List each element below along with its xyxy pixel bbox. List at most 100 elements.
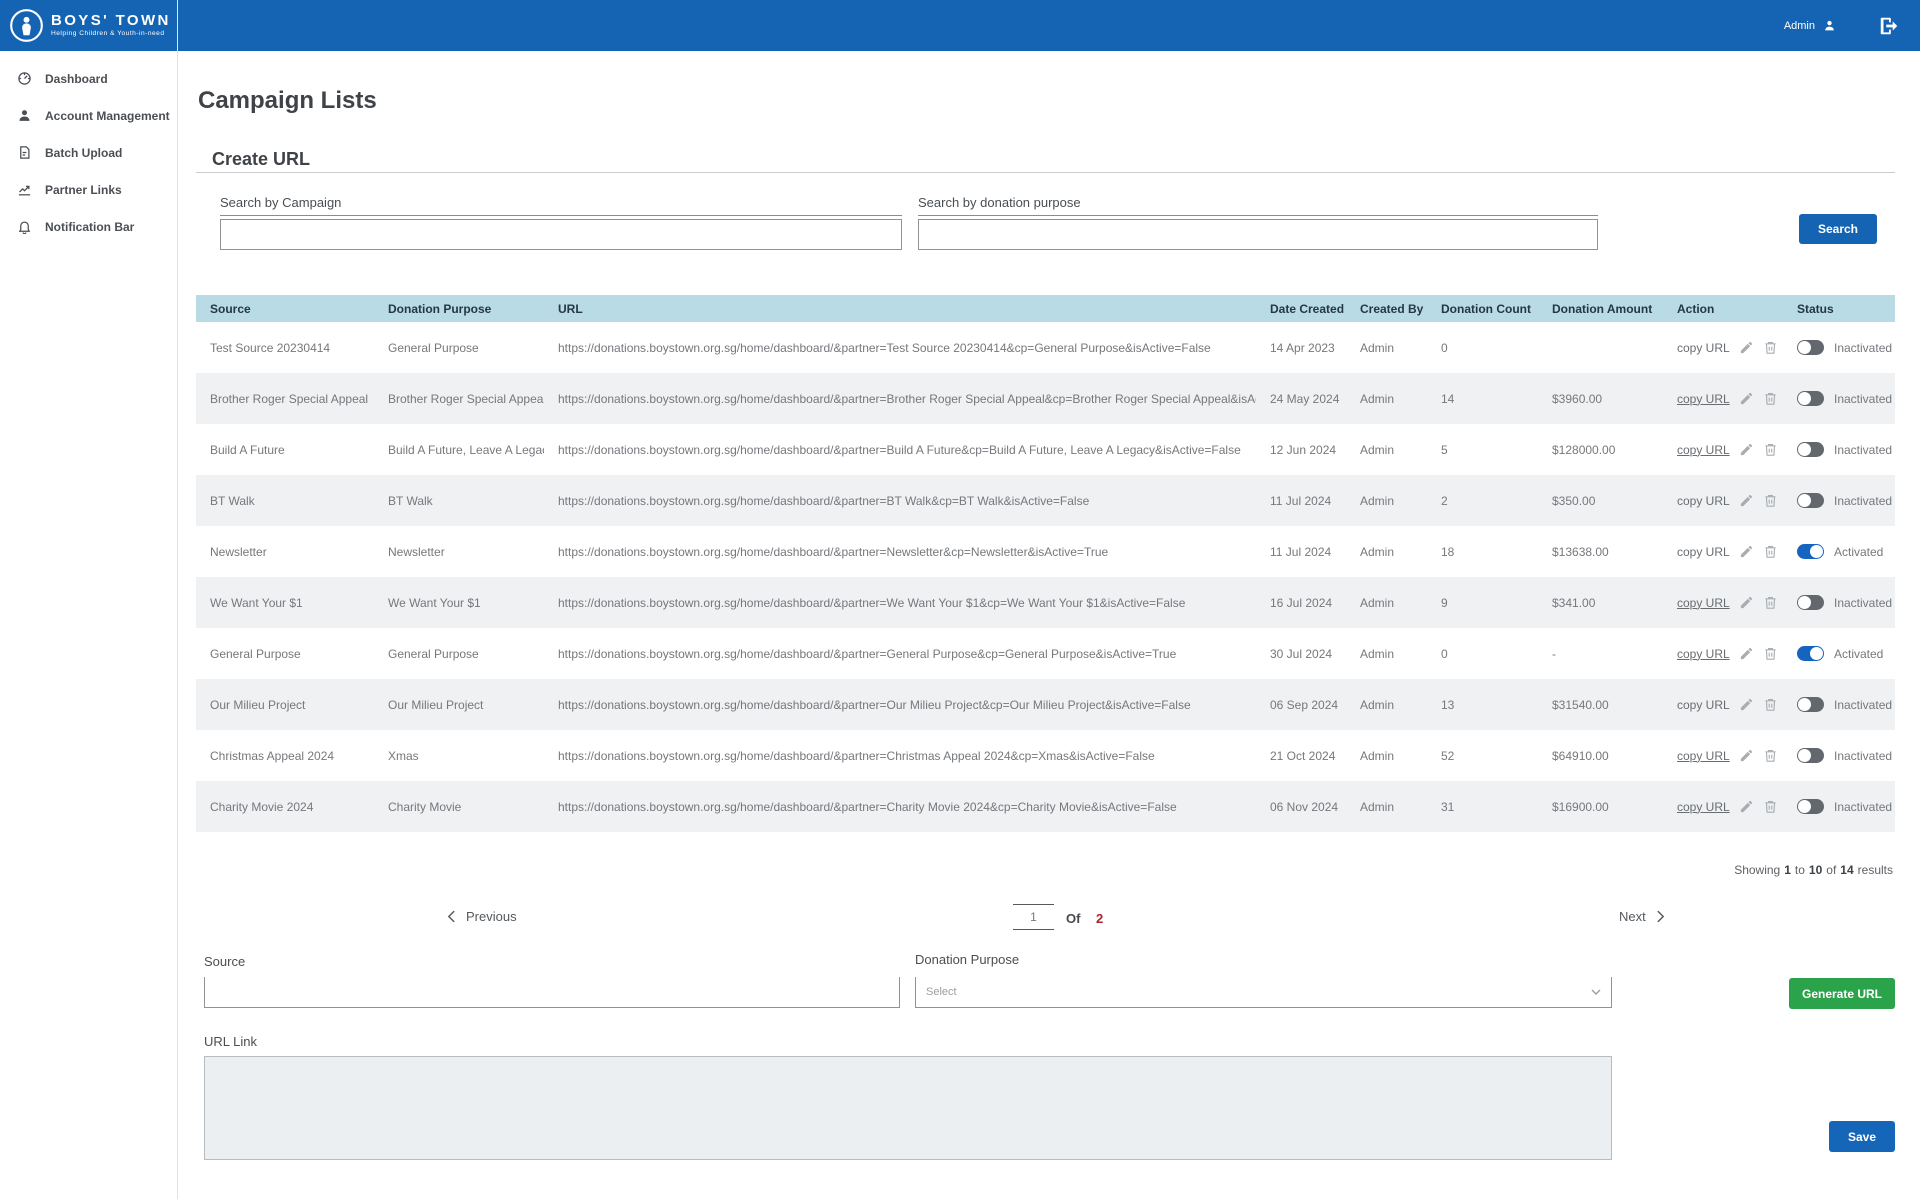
status-toggle[interactable] [1797,340,1824,355]
status-label: Activated [1834,647,1883,661]
url-link-textarea[interactable] [204,1056,1612,1160]
search-campaign-input[interactable] [220,219,902,250]
copy-url-link[interactable]: copy URL [1677,392,1730,406]
edit-pencil-icon[interactable] [1739,697,1754,712]
cell-donation-count: 31 [1427,800,1538,814]
delete-trash-icon[interactable] [1763,595,1778,610]
url-link-label: URL Link [204,1034,257,1049]
status-toggle[interactable] [1797,595,1824,610]
summary-results-word: results [1858,863,1893,877]
delete-trash-icon[interactable] [1763,646,1778,661]
status-toggle[interactable] [1797,544,1824,559]
search-purpose-input[interactable] [918,219,1598,250]
delete-trash-icon[interactable] [1763,799,1778,814]
status-label: Inactivated [1834,749,1892,763]
copy-url-link[interactable]: copy URL [1677,545,1730,559]
copy-url-link[interactable]: copy URL [1677,443,1730,457]
select-placeholder: Select [926,986,957,998]
status-toggle[interactable] [1797,646,1824,661]
copy-url-link[interactable]: copy URL [1677,341,1730,355]
delete-trash-icon[interactable] [1763,340,1778,355]
main-content: Campaign Lists Create URL Search by Camp… [179,51,1920,1199]
cell-donation-amount: $3960.00 [1538,392,1663,406]
copy-url-link[interactable]: copy URL [1677,647,1730,661]
edit-pencil-icon[interactable] [1739,799,1754,814]
cell-action: copy URL [1663,646,1783,661]
next-page-button[interactable]: Next [1619,909,1665,924]
cell-created-by: Admin [1346,698,1427,712]
col-header-donation-count: Donation Count [1427,302,1538,316]
edit-pencil-icon[interactable] [1739,544,1754,559]
delete-trash-icon[interactable] [1763,442,1778,457]
top-bar: BOYS' TOWN Helping Children & Youth-in-n… [0,0,1920,51]
status-toggle[interactable] [1797,442,1824,457]
table-body: Test Source 20230414 General Purpose htt… [196,322,1895,832]
save-button[interactable]: Save [1829,1121,1895,1152]
cell-url: https://donations.boystown.org.sg/home/d… [544,596,1256,610]
copy-url-link[interactable]: copy URL [1677,494,1730,508]
delete-trash-icon[interactable] [1763,748,1778,763]
search-campaign-field: Search by Campaign [220,195,902,250]
delete-trash-icon[interactable] [1763,493,1778,508]
bell-icon [17,219,32,234]
cell-date-created: 24 May 2024 [1256,392,1346,406]
cell-status: Inactivated [1783,340,1895,355]
search-button[interactable]: Search [1799,214,1877,244]
delete-trash-icon[interactable] [1763,391,1778,406]
cell-date-created: 11 Jul 2024 [1256,545,1346,559]
col-header-status: Status [1783,302,1895,316]
previous-page-button[interactable]: Previous [447,909,517,924]
copy-url-link[interactable]: copy URL [1677,698,1730,712]
cell-date-created: 06 Sep 2024 [1256,698,1346,712]
sidebar-item-account-management[interactable]: Account Management [0,97,177,134]
search-purpose-field: Search by donation purpose [918,195,1598,250]
edit-pencil-icon[interactable] [1739,340,1754,355]
brand-logo: BOYS' TOWN Helping Children & Youth-in-n… [0,0,178,51]
copy-url-link[interactable]: copy URL [1677,596,1730,610]
col-header-date-created: Date Created [1256,302,1346,316]
delete-trash-icon[interactable] [1763,544,1778,559]
cell-status: Inactivated [1783,799,1895,814]
sidebar-item-batch-upload[interactable]: Batch Upload [0,134,177,171]
status-toggle[interactable] [1797,391,1824,406]
cell-donation-count: 52 [1427,749,1538,763]
sidebar-item-notification-bar[interactable]: Notification Bar [0,208,177,245]
sidebar-item-dashboard[interactable]: Dashboard [0,60,177,97]
status-label: Inactivated [1834,698,1892,712]
page-number-input[interactable] [1013,904,1054,930]
summary-total: 14 [1840,863,1853,877]
cell-date-created: 21 Oct 2024 [1256,749,1346,763]
generate-url-button[interactable]: Generate URL [1789,978,1895,1009]
admin-user-label: Admin [1784,20,1815,32]
status-toggle[interactable] [1797,493,1824,508]
edit-pencil-icon[interactable] [1739,748,1754,763]
cell-url: https://donations.boystown.org.sg/home/d… [544,647,1256,661]
table-row: Brother Roger Special Appeal Brother Rog… [196,373,1895,424]
edit-pencil-icon[interactable] [1739,595,1754,610]
edit-pencil-icon[interactable] [1739,391,1754,406]
source-input[interactable] [204,977,900,1008]
summary-to: 10 [1809,863,1822,877]
donation-purpose-select[interactable]: Select [915,977,1612,1008]
status-toggle[interactable] [1797,748,1824,763]
user-icon[interactable] [1823,19,1836,32]
status-label: Inactivated [1834,443,1892,457]
status-toggle[interactable] [1797,697,1824,712]
edit-pencil-icon[interactable] [1739,646,1754,661]
edit-pencil-icon[interactable] [1739,442,1754,457]
copy-url-link[interactable]: copy URL [1677,800,1730,814]
cell-donation-count: 9 [1427,596,1538,610]
edit-pencil-icon[interactable] [1739,493,1754,508]
sidebar-item-partner-links[interactable]: Partner Links [0,171,177,208]
status-label: Inactivated [1834,392,1892,406]
cell-donation-amount: $31540.00 [1538,698,1663,712]
delete-trash-icon[interactable] [1763,697,1778,712]
status-toggle[interactable] [1797,799,1824,814]
campaign-table: Source Donation Purpose URL Date Created… [196,295,1895,832]
status-label: Inactivated [1834,596,1892,610]
cell-source: We Want Your $1 [196,596,374,610]
col-header-donation-purpose: Donation Purpose [374,302,544,316]
cell-donation-purpose: Charity Movie [374,800,544,814]
copy-url-link[interactable]: copy URL [1677,749,1730,763]
logout-icon[interactable] [1878,15,1900,37]
